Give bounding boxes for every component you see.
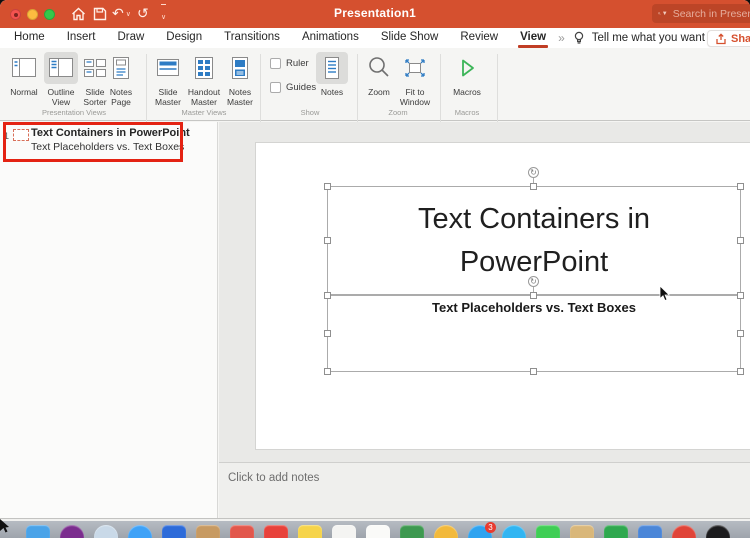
tab-home[interactable]: Home (14, 31, 45, 45)
resize-handle[interactable] (530, 292, 537, 299)
slide-master-icon (157, 59, 179, 76)
dock-app-icon[interactable] (264, 525, 288, 538)
rotate-handle[interactable]: ↻ (528, 167, 539, 178)
dock-app-icon[interactable] (502, 525, 526, 538)
dock-app-icon[interactable] (570, 525, 594, 538)
handout-master-icon (195, 57, 213, 79)
resize-handle[interactable] (324, 237, 331, 244)
dock-app-icon[interactable] (26, 525, 50, 538)
tab-transitions[interactable]: Transitions (224, 31, 280, 45)
powerpoint-window: ↶∨ ↺ ∨ Presentation1 ▼ Search in Present… (0, 0, 750, 538)
dock-app-icon[interactable] (672, 525, 696, 538)
annotation-highlight-box (3, 122, 183, 162)
outline-pane[interactable]: 1 Text Containers in PowerPoint Text Pla… (0, 122, 218, 518)
resize-handle[interactable] (324, 330, 331, 337)
titlebar: ↶∨ ↺ ∨ Presentation1 ▼ Search in Present… (0, 0, 750, 28)
resize-handle[interactable] (324, 292, 331, 299)
dock-app-icon[interactable] (638, 525, 662, 538)
macros-button[interactable]: Macros (448, 52, 486, 97)
tab-slide-show[interactable]: Slide Show (381, 31, 439, 45)
notes-page-icon (113, 57, 129, 79)
tab-animations[interactable]: Animations (302, 31, 359, 45)
share-icon (716, 32, 726, 44)
dock-app-icon[interactable] (434, 525, 458, 538)
tab-draw[interactable]: Draw (117, 31, 144, 45)
search-icon (658, 12, 661, 15)
dock-app-icon[interactable] (162, 525, 186, 538)
rotate-handle[interactable]: ↻ (528, 276, 539, 287)
search-scope-chevron-icon[interactable]: ▼ (662, 11, 668, 17)
slide-master-button[interactable]: Slide Master (152, 52, 184, 107)
group-label-macros: Macros (454, 108, 480, 117)
screen: ↶∨ ↺ ∨ Presentation1 ▼ Search in Present… (0, 0, 750, 538)
lightbulb-icon (573, 31, 585, 45)
notes-master-button[interactable]: Notes Master (224, 52, 256, 107)
dock-app-icon[interactable] (706, 525, 730, 538)
slide-subtitle-text[interactable]: Text Placeholders vs. Text Boxes (327, 300, 741, 315)
resize-handle[interactable] (737, 292, 744, 299)
screen-edge-cursor-icon (0, 519, 9, 533)
zoom-button[interactable]: Zoom (362, 52, 396, 97)
dock-app-icon[interactable] (230, 525, 254, 538)
tab-overflow-icon[interactable]: » (558, 31, 565, 45)
resize-handle[interactable] (737, 368, 744, 375)
notes-master-icon (232, 57, 248, 79)
outline-view-icon (49, 58, 73, 77)
dock-app-icon[interactable] (332, 525, 356, 538)
dock-app-icon[interactable] (366, 525, 390, 538)
dock[interactable]: 3 (0, 521, 750, 538)
resize-handle[interactable] (324, 183, 331, 190)
fit-to-window-button[interactable]: Fit to Window (396, 52, 434, 107)
checkbox-icon (270, 82, 281, 93)
mouse-cursor-icon (659, 285, 671, 302)
notes-icon (325, 57, 339, 79)
tab-review[interactable]: Review (460, 31, 498, 45)
dock-app-icon[interactable] (60, 525, 84, 538)
guides-checkbox[interactable]: Guides (270, 82, 316, 93)
handout-master-button[interactable]: Handout Master (186, 52, 222, 107)
resize-handle[interactable] (530, 183, 537, 190)
group-label-show: Show (300, 108, 320, 117)
tab-insert[interactable]: Insert (67, 31, 96, 45)
notes-pane[interactable]: Click to add notes (219, 462, 750, 518)
dock-app-icon[interactable] (196, 525, 220, 538)
dock-app-icon[interactable] (94, 525, 118, 538)
slide-title-text[interactable]: Text Containers in PowerPoint (327, 198, 741, 284)
normal-view-icon (12, 58, 36, 77)
resize-handle[interactable] (530, 368, 537, 375)
zoom-icon (369, 57, 389, 77)
window-title: Presentation1 (334, 6, 416, 20)
checkbox-icon (270, 58, 281, 69)
tab-design[interactable]: Design (166, 31, 202, 45)
macros-icon (462, 59, 474, 77)
search-input[interactable]: ▼ Search in Presenta (652, 4, 750, 23)
normal-view-button[interactable]: Normal (5, 52, 43, 97)
ruler-checkbox[interactable]: Ruler (270, 58, 309, 69)
tab-view[interactable]: View (518, 31, 549, 48)
resize-handle[interactable] (324, 368, 331, 375)
notes-placeholder[interactable]: Click to add notes (228, 472, 319, 484)
ribbon-tabs: Home Insert Draw Design Transitions Anim… (0, 28, 750, 48)
dock-app-icon[interactable] (128, 525, 152, 538)
group-label-presentation-views: Presentation Views (41, 108, 107, 117)
dock-app-icon[interactable] (400, 525, 424, 538)
dock-app-icon[interactable] (536, 525, 560, 538)
resize-handle[interactable] (737, 330, 744, 337)
search-placeholder: Search in Presenta (672, 7, 750, 20)
share-button[interactable]: Share (707, 30, 750, 47)
resize-handle[interactable] (737, 237, 744, 244)
notes-toggle-button[interactable]: Notes (316, 52, 348, 97)
outline-view-button[interactable]: Outline View (44, 52, 78, 107)
dock-app-icon[interactable] (298, 525, 322, 538)
group-label-zoom: Zoom (388, 108, 408, 117)
ribbon-view: Normal Outline View Slide Sorter Notes P… (0, 48, 750, 154)
resize-handle[interactable] (737, 183, 744, 190)
group-label-master-views: Master Views (181, 108, 227, 117)
notes-page-button[interactable]: Notes Page (104, 52, 138, 107)
dock-app-icon[interactable] (604, 525, 628, 538)
dock-app-icon[interactable]: 3 (468, 522, 496, 538)
fit-to-window-icon (405, 59, 425, 77)
